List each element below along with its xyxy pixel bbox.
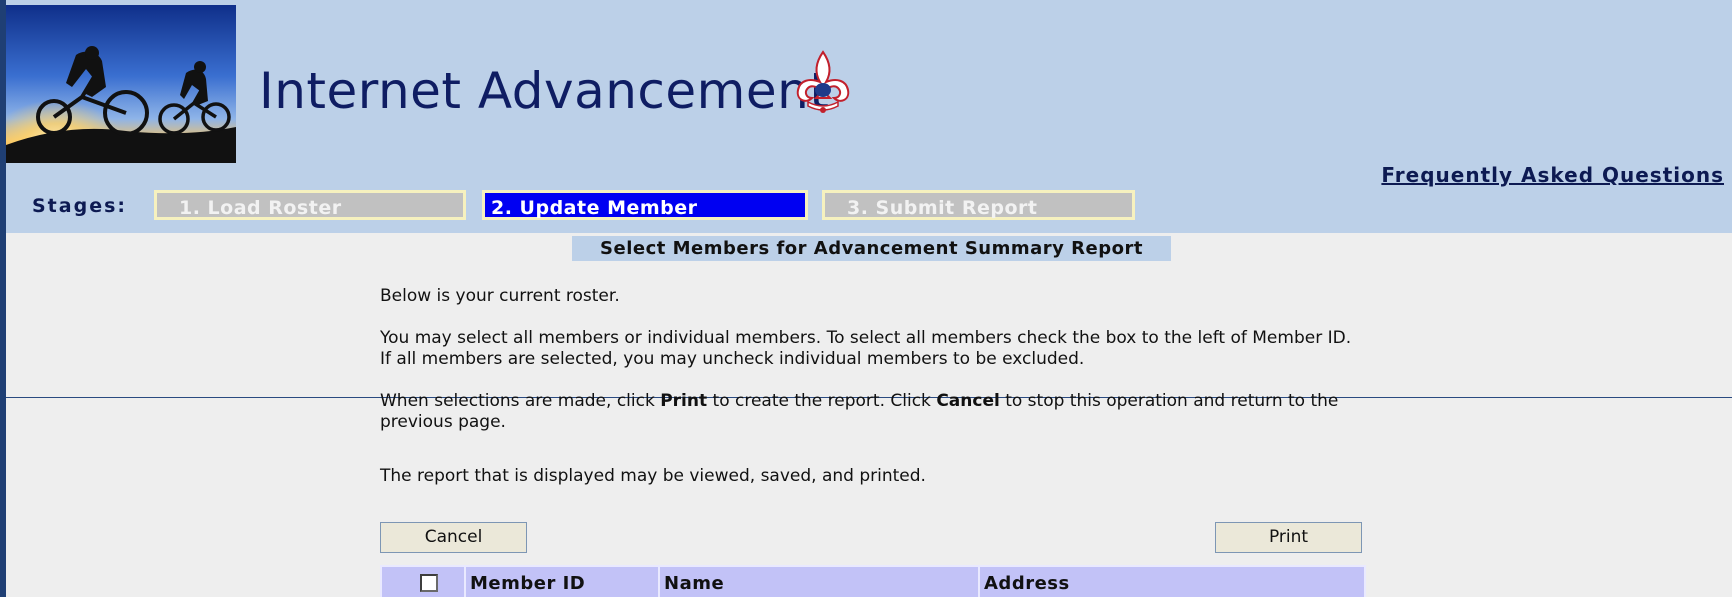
stage-update-member: 2. Update Member xyxy=(482,190,808,220)
page-header: Internet Advancement Frequently Asked Qu… xyxy=(6,0,1732,233)
cancel-button[interactable]: Cancel xyxy=(380,522,527,553)
fleur-de-lis-emblem-icon xyxy=(792,48,854,120)
faq-link[interactable]: Frequently Asked Questions xyxy=(1381,163,1724,187)
print-instructions-text: When selections are made, click Print to… xyxy=(380,391,1360,433)
app-title: Internet Advancement xyxy=(259,62,830,120)
stages-label: Stages: xyxy=(32,195,127,217)
column-header-name[interactable]: Name xyxy=(660,567,980,597)
column-header-member-id[interactable]: Member ID xyxy=(466,567,660,597)
page-title: Select Members for Advancement Summary R… xyxy=(572,236,1171,261)
select-instructions-text: You may select all members or individual… xyxy=(380,328,1352,369)
report-note-text: The report that is displayed may be view… xyxy=(380,466,926,486)
roster-table-header: Member ID Name Address xyxy=(380,565,1366,597)
print-instructions-part2: to create the report. Click xyxy=(707,391,937,411)
print-instructions-part1: When selections are made, click xyxy=(380,391,661,411)
select-all-checkbox[interactable] xyxy=(420,574,438,592)
cancel-keyword: Cancel xyxy=(936,391,1000,411)
select-all-cell xyxy=(382,567,466,597)
logo-image xyxy=(6,5,236,163)
column-header-address[interactable]: Address xyxy=(980,567,1364,597)
stage-load-roster: 1. Load Roster xyxy=(154,190,466,220)
print-button[interactable]: Print xyxy=(1215,522,1362,553)
page-frame: Internet Advancement Frequently Asked Qu… xyxy=(6,0,1732,597)
stage-submit-report: 3. Submit Report xyxy=(822,190,1135,220)
print-keyword: Print xyxy=(660,391,708,411)
intro-text: Below is your current roster. xyxy=(380,286,620,306)
